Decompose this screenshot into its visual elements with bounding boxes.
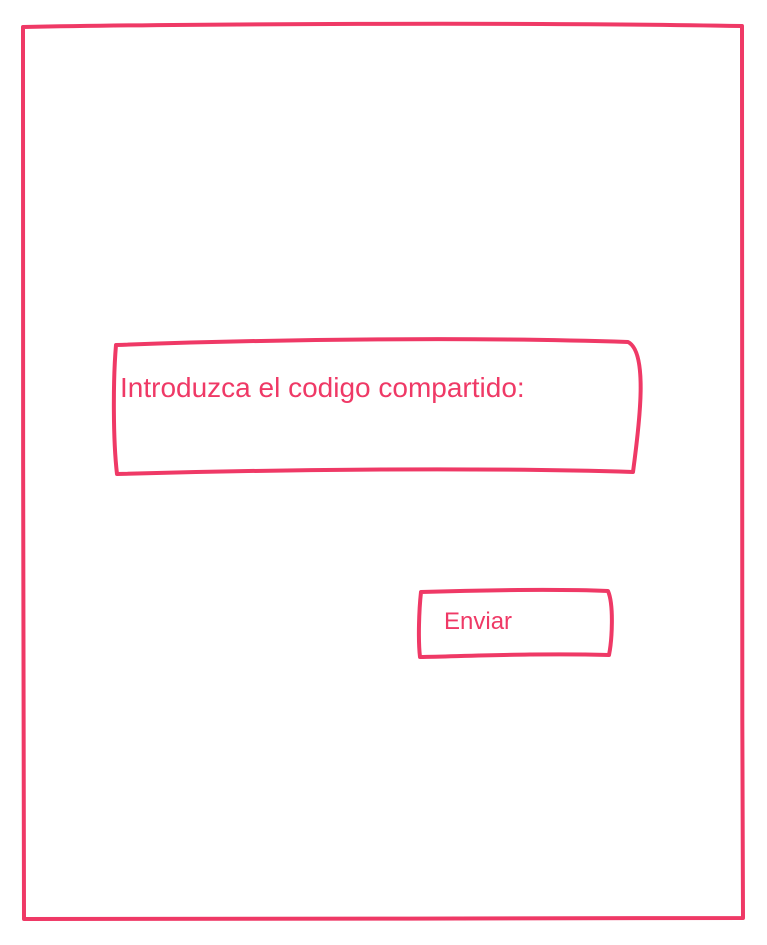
code-prompt-label: Introduzca el codigo compartido: (120, 372, 525, 403)
code-input-field[interactable] (112, 340, 642, 475)
send-button-label: Enviar (444, 608, 513, 635)
